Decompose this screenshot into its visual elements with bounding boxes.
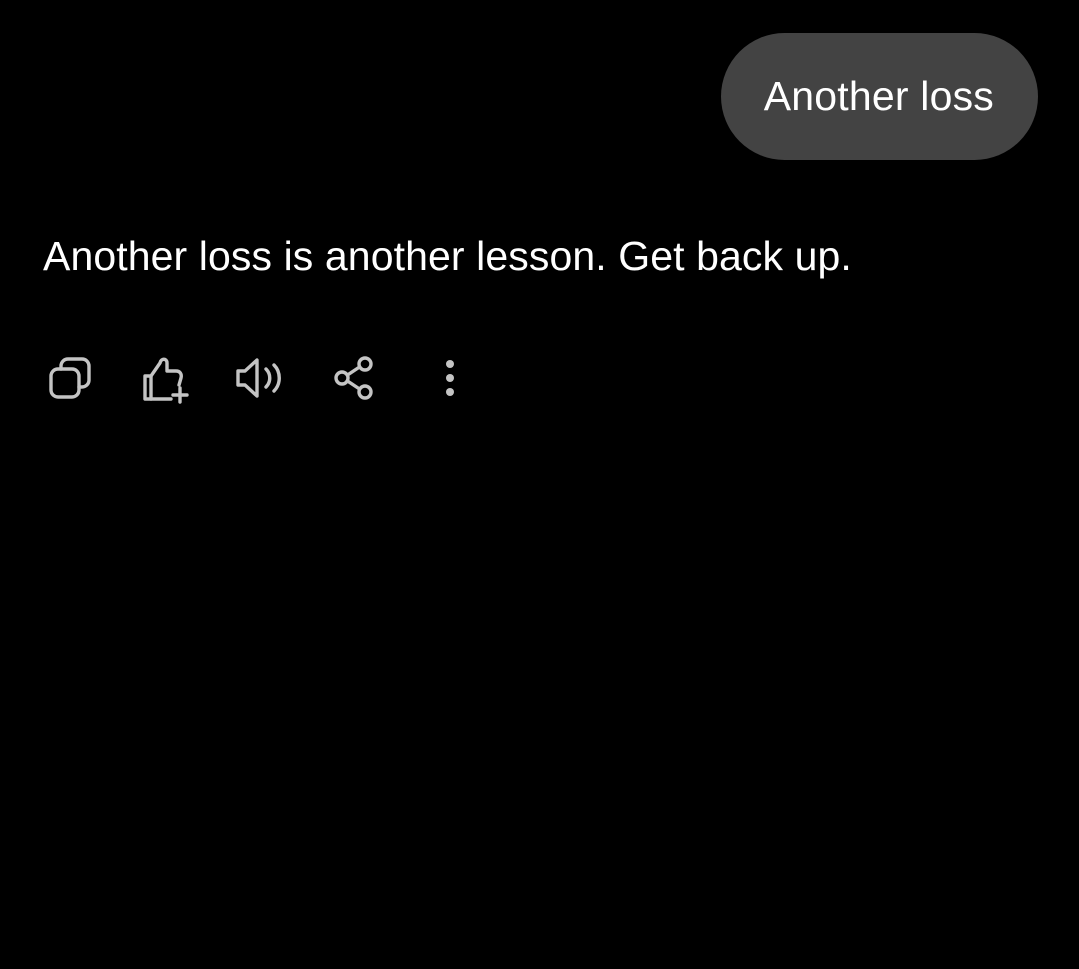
speaker-icon (236, 358, 281, 398)
user-message-text: Another loss (763, 73, 994, 119)
reply-action-bar (44, 350, 478, 406)
copy-icon (49, 357, 91, 399)
share-icon (334, 356, 373, 400)
more-options-button[interactable] (422, 350, 478, 406)
read-aloud-button[interactable] (232, 350, 288, 406)
user-message-bubble[interactable]: Another loss (720, 33, 1038, 160)
like-button[interactable] (138, 350, 194, 406)
copy-button[interactable] (42, 350, 98, 406)
share-button[interactable] (326, 350, 382, 406)
assistant-reply-text: Another loss is another lesson. Get back… (43, 233, 852, 279)
thumbs-up-add-icon (143, 357, 189, 404)
chat-view: Another loss Another loss is another les… (0, 0, 1079, 969)
more-vertical-icon (446, 360, 454, 396)
